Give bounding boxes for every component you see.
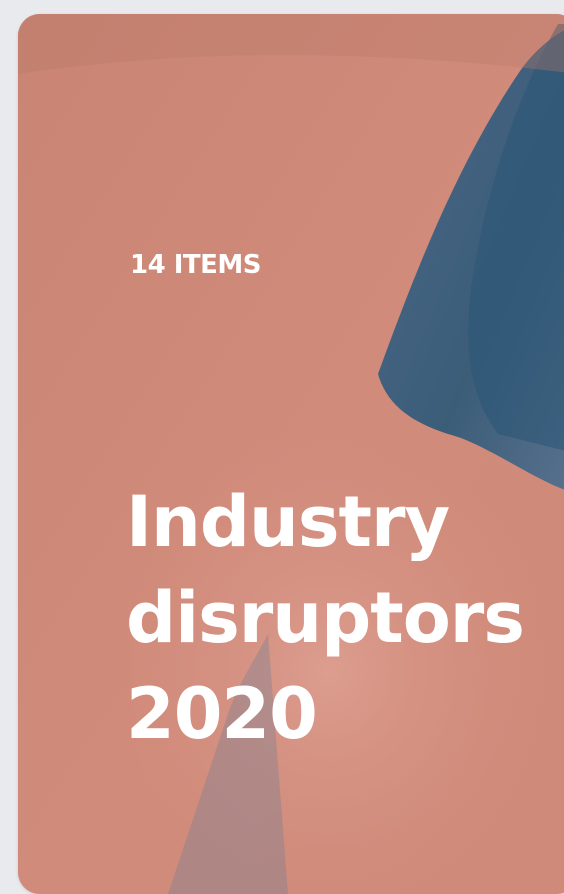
item-count-label: 14 ITEMS [130, 250, 262, 280]
card-title-line: disruptors [126, 577, 525, 659]
card-title-line: Industry [126, 481, 450, 563]
collection-card[interactable]: 14 ITEMS Industry disruptors 2020 [18, 14, 564, 894]
portrait-photo [18, 14, 564, 894]
card-title-line: 2020 [126, 673, 318, 755]
card-title: Industry disruptors 2020 [126, 474, 525, 762]
